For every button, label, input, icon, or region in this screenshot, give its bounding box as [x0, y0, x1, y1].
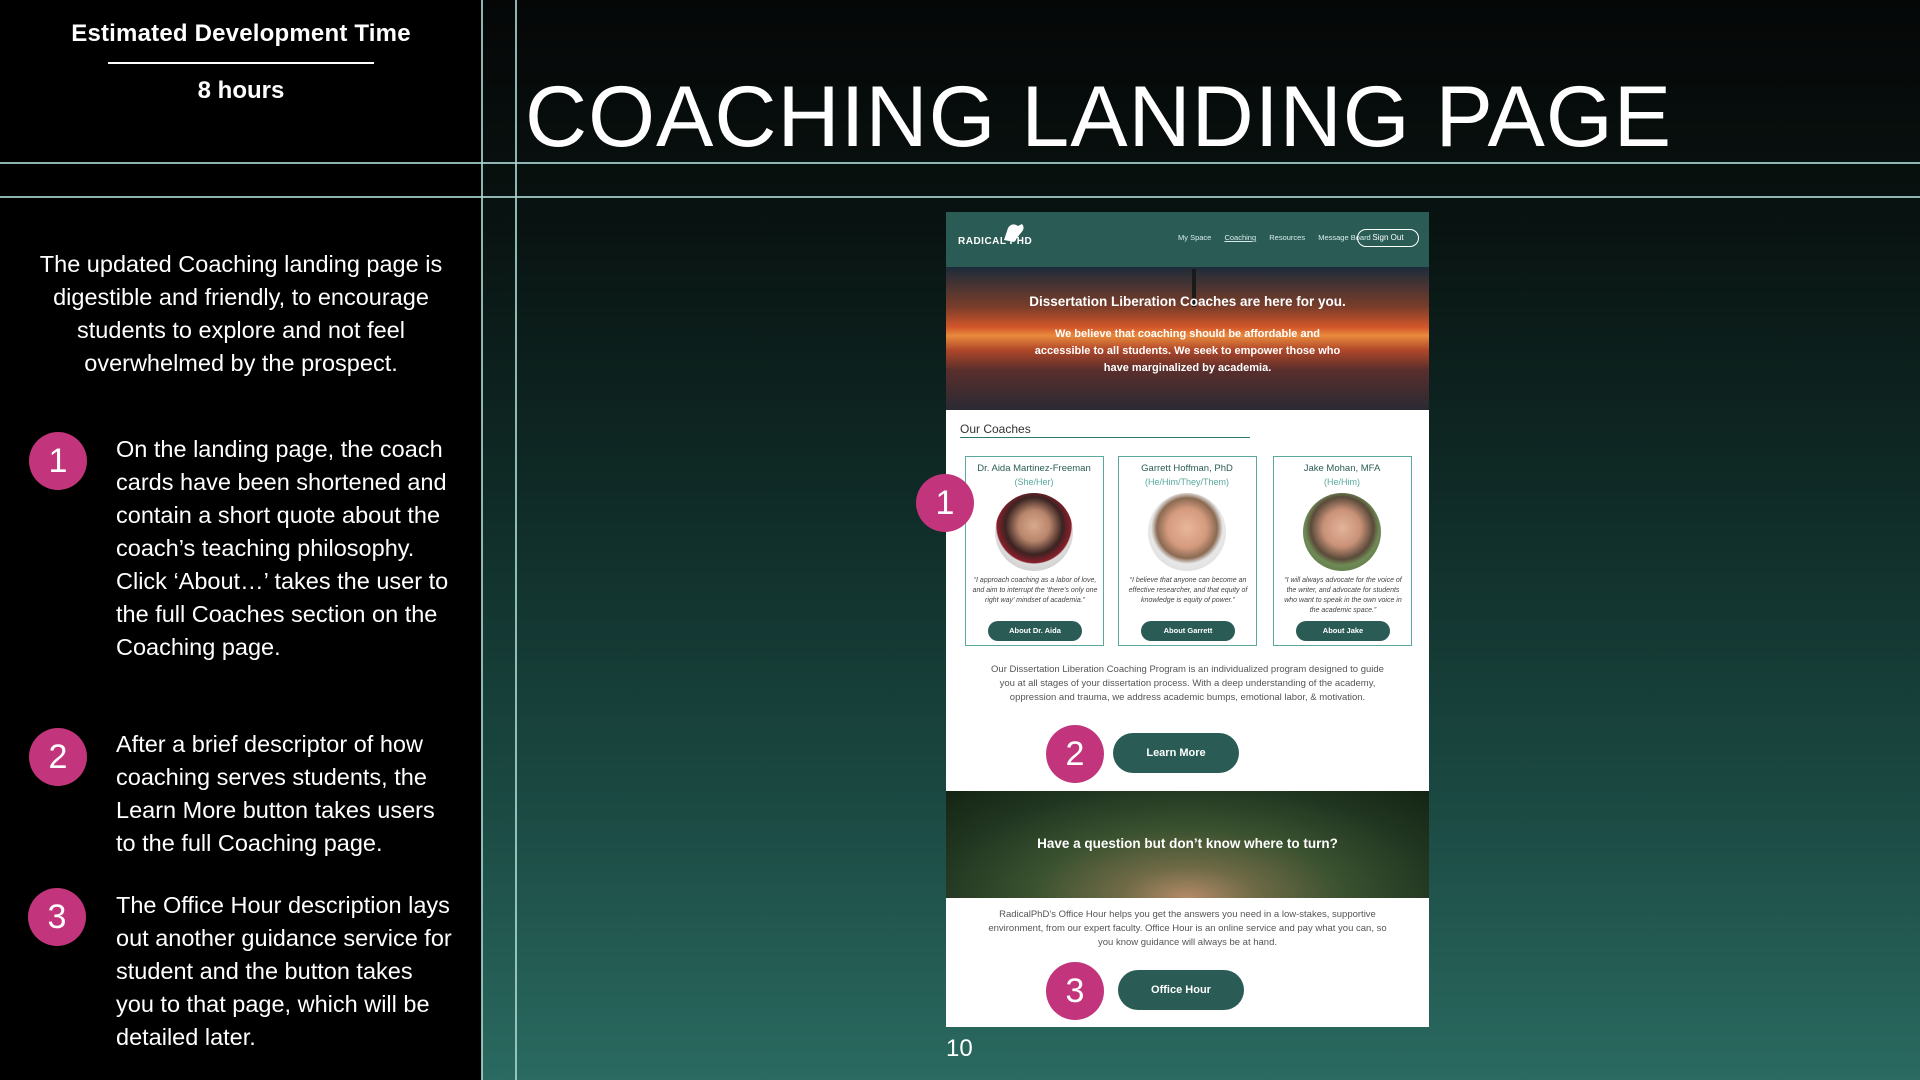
coaches-divider	[960, 437, 1250, 438]
mockup-nav-links: My Space Coaching Resources Message Boar…	[1178, 233, 1382, 242]
coach-pronouns: (She/Her)	[1014, 477, 1054, 487]
coach-card: Garrett Hoffman, PhD (He/Him/They/Them) …	[1118, 456, 1257, 646]
coach-card: Jake Mohan, MFA (He/Him) “I will always …	[1273, 456, 1412, 646]
coach-photo	[1303, 493, 1381, 571]
office-hour-button: Office Hour	[1118, 970, 1244, 1010]
estimate-divider	[108, 62, 374, 64]
question-banner: Have a question but don’t know where to …	[946, 791, 1429, 898]
estimate-label: Estimated Development Time	[71, 20, 411, 47]
estimate-value: 8 hours	[197, 77, 285, 104]
logo-text: RADICAL PHD	[958, 236, 1033, 247]
step-badge: 1	[29, 432, 87, 490]
coach-name: Garrett Hoffman, PhD	[1141, 463, 1233, 474]
coach-name: Dr. Aida Martinez-Freeman	[977, 463, 1091, 474]
coach-name: Jake Mohan, MFA	[1303, 463, 1381, 474]
annotation-badge-3: 3	[1046, 962, 1104, 1020]
intro-text: The updated Coaching landing page is dig…	[39, 251, 443, 376]
nav-my-space: My Space	[1178, 233, 1212, 242]
coach-card: Dr. Aida Martinez-Freeman (She/Her) “I a…	[965, 456, 1104, 646]
landing-page-mockup: RADICAL PHD My Space Coaching Resources …	[946, 212, 1429, 1027]
coach-pronouns: (He/Him)	[1324, 477, 1360, 487]
nav-coaching: Coaching	[1224, 233, 1257, 242]
nav-resources: Resources	[1269, 233, 1306, 242]
sign-out-button: Sign Out	[1357, 229, 1419, 247]
page-title: COACHING LANDING PAGE	[525, 69, 1673, 165]
annotation-badge-2: 2	[1046, 725, 1104, 783]
step-badge: 3	[28, 888, 86, 946]
hero-body: We believe that coaching should be affor…	[1034, 328, 1341, 374]
step-text: The Office Hour description lays out ano…	[116, 892, 452, 1050]
step-text: After a brief descriptor of how coaching…	[116, 731, 435, 856]
step-text: On the landing page, the coach cards hav…	[116, 436, 449, 660]
about-coach-button: About Jake	[1296, 621, 1390, 641]
coach-photo	[1148, 493, 1226, 571]
coach-quote: “I approach coaching as a labor of love,…	[972, 577, 1098, 604]
office-hour-description: RadicalPhD’s Office Hour helps you get t…	[988, 909, 1387, 948]
coach-quote: “I believe that anyone can become an eff…	[1128, 577, 1248, 604]
step-badge: 2	[29, 728, 87, 786]
program-description: Our Dissertation Liberation Coaching Pro…	[991, 664, 1384, 703]
guide-line-horizontal	[0, 196, 1920, 198]
radical-phd-logo: RADICAL PHD	[958, 224, 1058, 256]
annotation-badge-1: 1	[916, 474, 974, 532]
mockup-nav-bar: RADICAL PHD My Space Coaching Resources …	[946, 212, 1429, 267]
learn-more-button: Learn More	[1113, 733, 1239, 773]
coach-photo	[995, 493, 1073, 571]
about-coach-button: About Garrett	[1141, 621, 1235, 641]
page-number: 10	[946, 1035, 973, 1062]
coaches-heading: Our Coaches	[960, 422, 1031, 436]
hero-title: Dissertation Liberation Coaches are here…	[1029, 294, 1346, 309]
hero-banner: Dissertation Liberation Coaches are here…	[946, 267, 1429, 410]
about-coach-button: About Dr. Aida	[988, 621, 1082, 641]
question-title: Have a question but don’t know where to …	[1037, 836, 1338, 851]
coach-quote: “I will always advocate for the voice of…	[1284, 577, 1402, 614]
coach-pronouns: (He/Him/They/Them)	[1144, 477, 1229, 487]
